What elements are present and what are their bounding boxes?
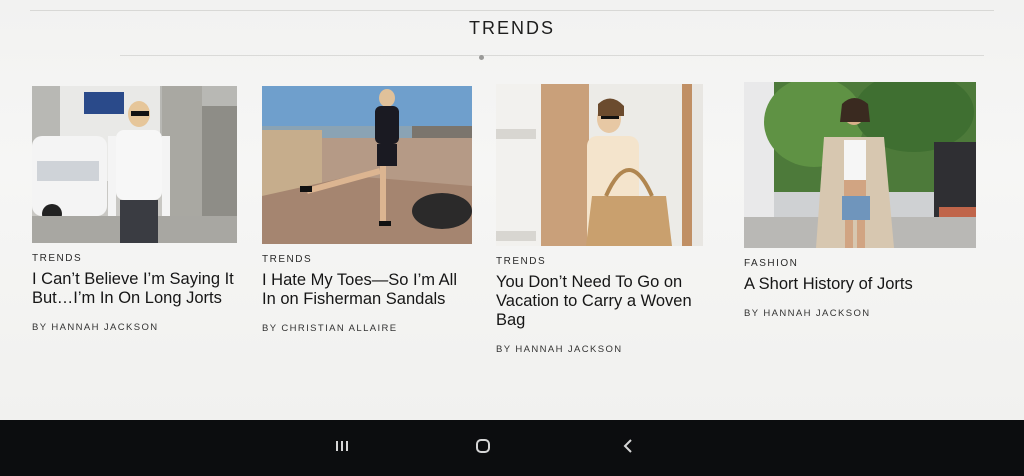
article-category-2[interactable]: TRENDS — [262, 254, 472, 265]
woven-bag-photo-image — [496, 84, 703, 246]
article-image-3[interactable] — [496, 84, 703, 246]
article-image-1[interactable] — [32, 86, 237, 243]
browser-viewport: TRENDS TRENDS I Can’t Believe I’m Saying… — [0, 0, 1024, 420]
top-divider — [30, 10, 994, 11]
article-category-1[interactable]: TRENDS — [32, 253, 237, 264]
article-card-3[interactable]: TRENDS You Don’t Need To Go on Vacation … — [496, 84, 706, 355]
article-card-4[interactable]: FASHION A Short History of Jorts BY HANN… — [744, 82, 978, 319]
article-card-1[interactable]: TRENDS I Can’t Believe I’m Saying It But… — [32, 86, 237, 333]
section-divider — [120, 55, 984, 56]
article-image-2[interactable] — [262, 86, 472, 244]
home-button[interactable] — [471, 434, 495, 458]
article-byline-2[interactable]: BY CHRISTIAN ALLAIRE — [262, 323, 472, 334]
article-category-3[interactable]: TRENDS — [496, 256, 706, 267]
section-divider-dot — [479, 55, 484, 60]
article-headline-4[interactable]: A Short History of Jorts — [744, 275, 978, 294]
pier-photo-image — [262, 86, 472, 244]
system-navigation-bar — [0, 420, 1024, 476]
street-photo-image — [32, 86, 237, 243]
recents-icon — [336, 441, 348, 451]
article-byline-4[interactable]: BY HANNAH JACKSON — [744, 308, 978, 319]
article-headline-2[interactable]: I Hate My Toes—So I’m All In on Fisherma… — [262, 271, 472, 309]
article-byline-3[interactable]: BY HANNAH JACKSON — [496, 344, 706, 355]
section-title: TRENDS — [468, 18, 555, 38]
article-category-4[interactable]: FASHION — [744, 258, 978, 269]
back-button[interactable] — [616, 434, 640, 458]
article-byline-1[interactable]: BY HANNAH JACKSON — [32, 322, 237, 333]
article-card-2[interactable]: TRENDS I Hate My Toes—So I’m All In on F… — [262, 86, 472, 334]
article-headline-3[interactable]: You Don’t Need To Go on Vacation to Carr… — [496, 273, 706, 330]
jorts-photo-image — [744, 82, 976, 248]
article-image-4[interactable] — [744, 82, 976, 248]
recents-button[interactable] — [330, 434, 354, 458]
back-icon — [623, 439, 632, 453]
article-headline-1[interactable]: I Can’t Believe I’m Saying It But…I’m In… — [32, 270, 237, 308]
home-icon — [476, 439, 490, 453]
